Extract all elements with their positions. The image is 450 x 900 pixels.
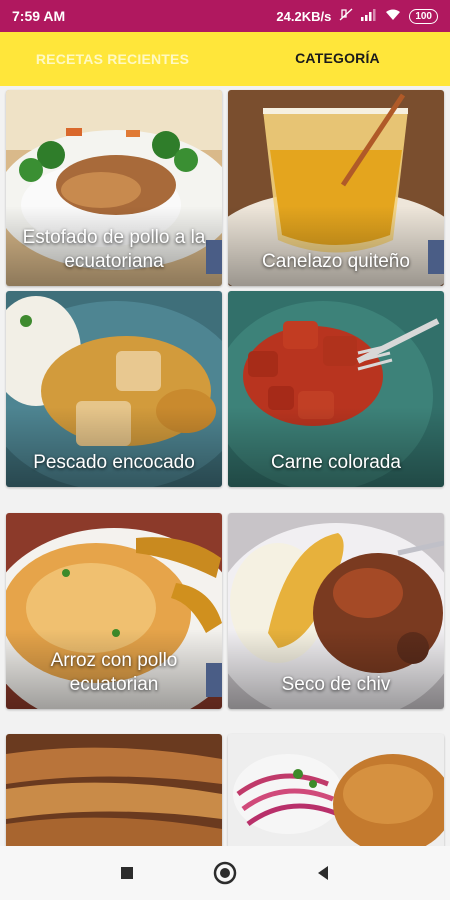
recipe-card[interactable]: Arroz con pollo ecuatorian bbox=[6, 513, 222, 709]
status-time: 7:59 AM bbox=[12, 8, 66, 24]
recipe-title: Arroz con pollo ecuatorian bbox=[50, 650, 178, 695]
recents-square-icon[interactable] bbox=[113, 859, 141, 887]
home-circle-icon[interactable] bbox=[211, 859, 239, 887]
no-sound-icon bbox=[339, 8, 353, 25]
title-shade bbox=[228, 629, 444, 709]
recipe-title: Pescado encocado bbox=[33, 452, 195, 473]
network-speed: 24.2KB/s bbox=[276, 8, 332, 24]
recipe-card[interactable] bbox=[6, 734, 222, 846]
title-shade bbox=[228, 206, 444, 286]
recipe-title: Estofado de pollo a la ecuatoriana bbox=[22, 227, 206, 272]
status-icons: 24.2KB/s 100 bbox=[276, 8, 438, 25]
recipe-card[interactable] bbox=[228, 734, 444, 846]
title-shade bbox=[6, 407, 222, 487]
back-triangle-icon[interactable] bbox=[309, 859, 337, 887]
battery-icon: 100 bbox=[409, 8, 438, 24]
status-bar: 7:59 AM 24.2KB/s 100 bbox=[0, 0, 450, 32]
wifi-icon bbox=[385, 9, 401, 24]
recipe-grid: Estofado de pollo a la ecuatoriana Canel… bbox=[0, 86, 450, 846]
recipe-card[interactable]: Carne colorada bbox=[228, 291, 444, 487]
recipe-card[interactable]: Seco de chiv bbox=[228, 513, 444, 709]
recipe-card[interactable]: Estofado de pollo a la ecuatoriana bbox=[6, 90, 222, 286]
recipe-title: Canelazo quiteño bbox=[262, 251, 410, 272]
recipe-title: Carne colorada bbox=[271, 452, 401, 473]
signal-icon bbox=[361, 8, 377, 24]
tab-category[interactable]: CATEGORÍA bbox=[225, 32, 450, 86]
tab-recent-recipes[interactable]: RECETAS RECIENTES bbox=[0, 32, 225, 86]
recipe-photo bbox=[6, 734, 222, 846]
recipe-card[interactable]: Pescado encocado bbox=[6, 291, 222, 487]
recipe-card[interactable]: Canelazo quiteño bbox=[228, 90, 444, 286]
tab-bar: RECETAS RECIENTES CATEGORÍA bbox=[0, 32, 450, 86]
recipe-title: Seco de chiv bbox=[281, 674, 391, 695]
title-shade bbox=[228, 407, 444, 487]
system-nav-bar bbox=[0, 846, 450, 900]
recipe-photo bbox=[228, 734, 444, 846]
